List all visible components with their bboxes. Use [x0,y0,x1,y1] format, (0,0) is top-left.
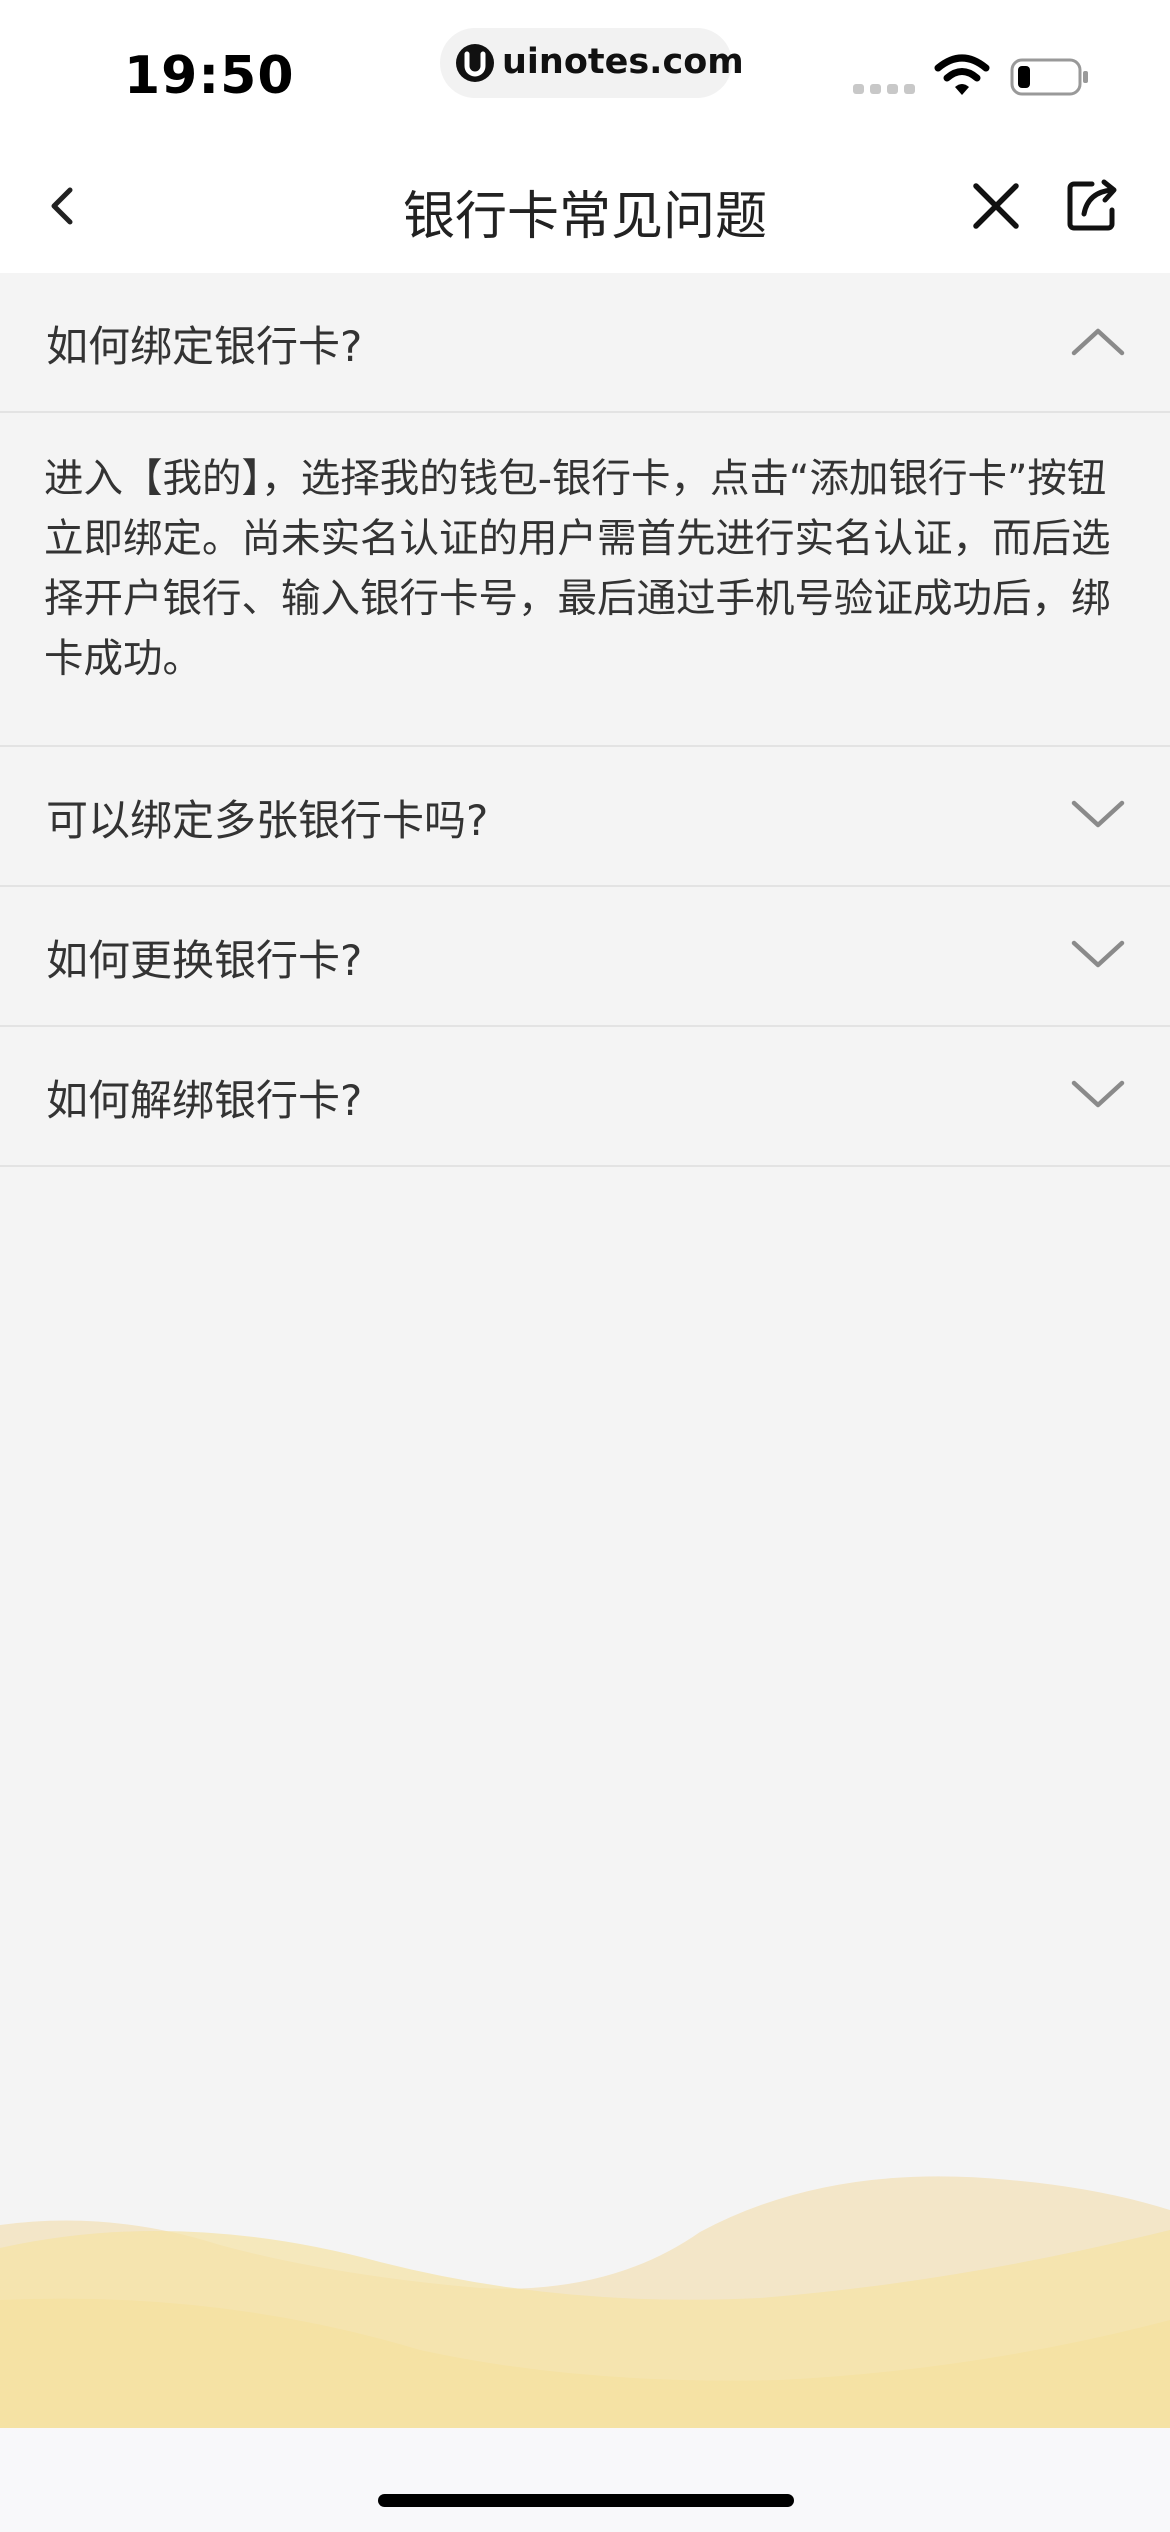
chevron-down-icon[interactable] [1070,797,1126,833]
faq-list: 如何绑定银行卡? 进入【我的】，选择我的钱包-银行卡，点击“添加银行卡”按钮立即… [0,273,1170,1167]
status-time: 19:50 [124,46,295,106]
wifi-icon [934,54,990,98]
faq-question-text: 可以绑定多张银行卡吗? [46,796,489,845]
close-icon[interactable] [966,176,1026,236]
faq-answer-text: 进入【我的】，选择我的钱包-银行卡，点击“添加银行卡”按钮立即绑定。尚未实名认证… [44,456,1111,682]
bottom-bar [0,2428,1170,2532]
chevron-up-icon[interactable] [1070,323,1126,359]
url-text: uinotes.com [502,42,744,82]
signal-icon [853,84,917,94]
faq-question-multiple-cards[interactable]: 可以绑定多张银行卡吗? [0,747,1170,887]
faq-question-text: 如何解绑银行卡? [46,1076,363,1125]
faq-question-unbind-card[interactable]: 如何解绑银行卡? [0,1027,1170,1167]
site-logo-icon [456,44,494,82]
nav-bar: 银行卡常见问题 [0,140,1170,273]
chevron-down-icon[interactable] [1070,937,1126,973]
home-indicator[interactable] [378,2494,794,2507]
faq-question-bind-card[interactable]: 如何绑定银行卡? [0,273,1170,413]
battery-icon [1010,58,1090,96]
faq-question-text: 如何绑定银行卡? [46,322,363,371]
faq-question-text: 如何更换银行卡? [46,936,363,985]
share-icon[interactable] [1062,174,1124,236]
decorative-waves [0,2170,1170,2430]
status-bar: 19:50 uinotes.com [0,0,1170,140]
faq-answer: 进入【我的】，选择我的钱包-银行卡，点击“添加银行卡”按钮立即绑定。尚未实名认证… [0,413,1170,747]
url-pill[interactable]: uinotes.com [440,28,744,98]
faq-question-change-card[interactable]: 如何更换银行卡? [0,887,1170,1027]
chevron-down-icon[interactable] [1070,1077,1126,1113]
